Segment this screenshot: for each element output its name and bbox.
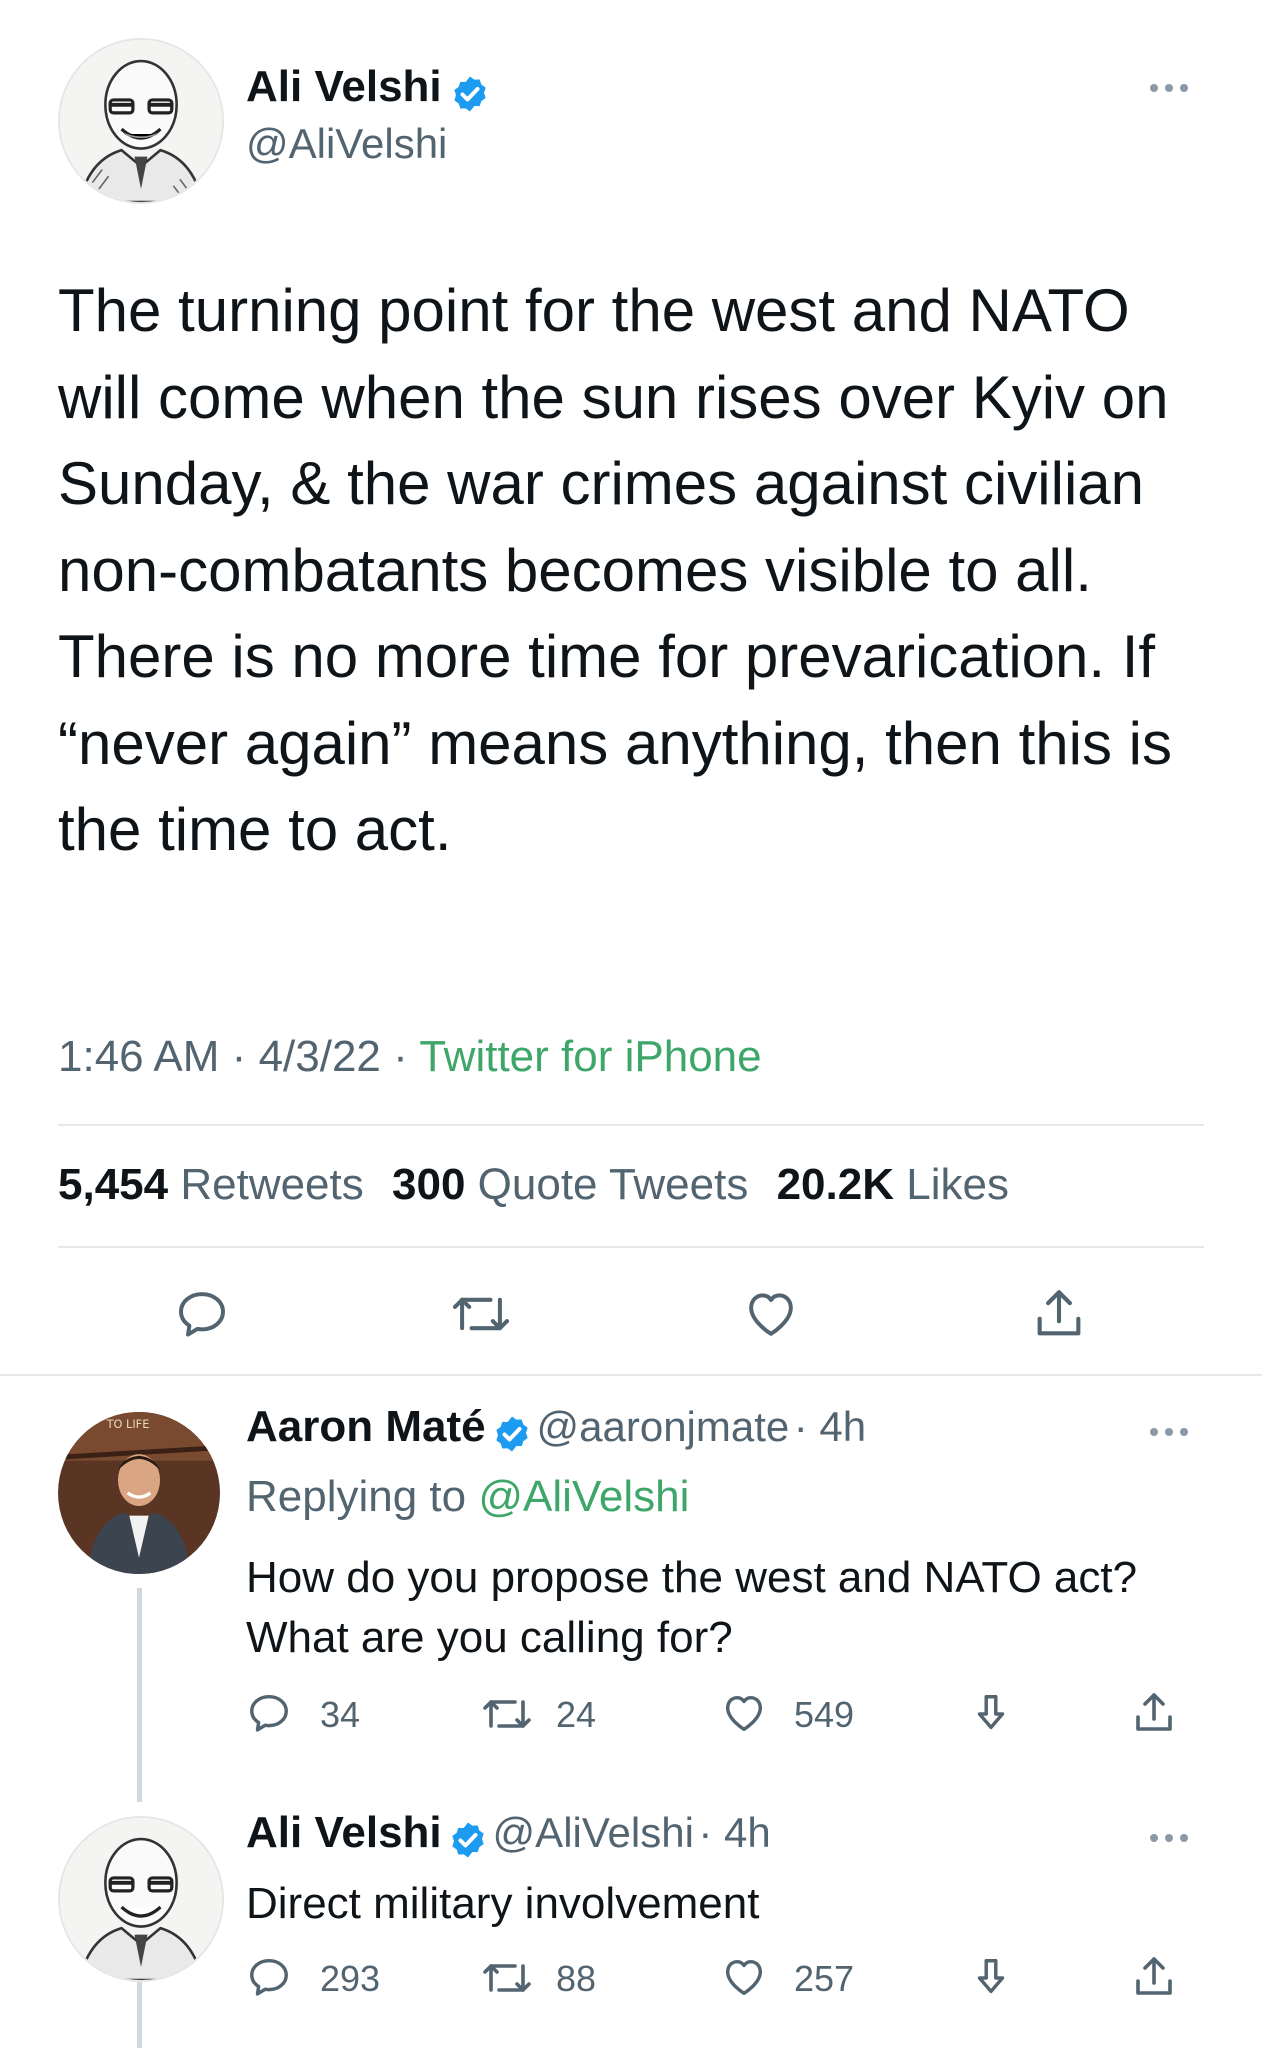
retweet-icon[interactable] [480,1692,534,1736]
author-handle[interactable]: @AliVelshi [246,120,447,168]
author-name[interactable]: Ali Velshi [246,62,442,111]
divider [58,1246,1204,1248]
share-icon[interactable] [1130,1688,1178,1738]
reply-author-handle[interactable]: @AliVelshi [493,1809,694,1856]
tweet-text: The turning point for the west and NATO … [58,277,1172,863]
reply-time: · 4h [698,1809,771,1856]
replying-to-label: Replying to [246,1472,467,1521]
reply-header: Ali Velshi @AliVelshi · 4h [246,1808,771,1865]
reply-header: Aaron Maté @aaronjmate · 4h [246,1402,866,1459]
more-options-icon[interactable] [1150,1834,1188,1842]
retweet-count: 88 [556,1958,597,1999]
more-options-icon[interactable] [1150,84,1188,92]
more-options-icon[interactable] [1150,1428,1188,1436]
verified-badge-icon [492,1414,532,1459]
avatar-ali-velshi[interactable] [58,38,224,204]
retweet-icon[interactable] [450,1288,512,1340]
likes-count: 20.2K [776,1160,894,1209]
divider [58,1124,1204,1126]
reply-time: · 4h [793,1403,867,1450]
quotes-count: 300 [392,1160,466,1209]
reply-icon[interactable] [246,1954,292,2000]
replying-to: Replying to @AliVelshi [246,1472,689,1522]
author-name-row: Ali Velshi [246,62,490,119]
retweet-count: 24 [556,1694,597,1735]
retweets-count: 5,454 [58,1160,169,1209]
tweet-time: 1:46 AM [58,1032,220,1081]
retweet-icon[interactable] [480,1956,534,2000]
verified-badge-icon [450,74,490,119]
quote-tweets-stat[interactable]: 300 Quote Tweets [392,1160,748,1209]
reply-icon[interactable] [174,1286,230,1342]
retweets-label: Retweets [180,1160,364,1209]
avatar-aaron-mate[interactable]: TO LIFE [58,1412,220,1574]
tweet-metadata: 1:46 AM · 4/3/22 · Twitter for iPhone [58,1032,762,1082]
retweets-stat[interactable]: 5,454 Retweets [58,1160,364,1209]
meta-separator: · [393,1032,408,1081]
reply-count: 34 [320,1694,361,1735]
quotes-label: Quote Tweets [477,1160,749,1209]
reply-author-name[interactable]: Ali Velshi [246,1808,442,1857]
divider [0,1374,1262,1376]
like-count: 257 [794,1958,855,1999]
reply-author-name[interactable]: Aaron Maté [246,1402,486,1451]
like-count: 549 [794,1694,855,1735]
share-icon[interactable] [1130,1952,1178,2002]
reply-author-handle[interactable]: @aaronjmate [537,1403,790,1450]
verified-badge-icon [448,1820,488,1865]
thread-line [137,1978,142,2048]
avatar-ali-velshi[interactable] [58,1816,224,1982]
share-icon[interactable] [1030,1284,1088,1344]
engagement-stats: 5,454 Retweets 300 Quote Tweets 20.2K Li… [58,1160,1009,1210]
replying-to-handle-link[interactable]: @AliVelshi [478,1472,689,1521]
likes-label: Likes [906,1160,1009,1209]
meta-separator: · [231,1032,247,1081]
like-icon[interactable] [720,1690,768,1736]
download-icon[interactable] [968,1690,1014,1738]
like-icon[interactable] [742,1286,800,1342]
svg-text:TO LIFE: TO LIFE [106,1417,150,1431]
tweet-source-link[interactable]: Twitter for iPhone [419,1032,761,1081]
like-icon[interactable] [720,1954,768,2000]
tweet-date: 4/3/22 [258,1032,381,1081]
likes-stat[interactable]: 20.2K Likes [777,1160,1009,1209]
reply-text: Direct military involvement [246,1879,760,1928]
thread-line [137,1588,142,1802]
download-icon[interactable] [968,1954,1014,2002]
reply-text: How do you propose the west and NATO act… [246,1553,1138,1662]
reply-icon[interactable] [246,1690,292,1736]
reply-count: 293 [320,1958,381,1999]
